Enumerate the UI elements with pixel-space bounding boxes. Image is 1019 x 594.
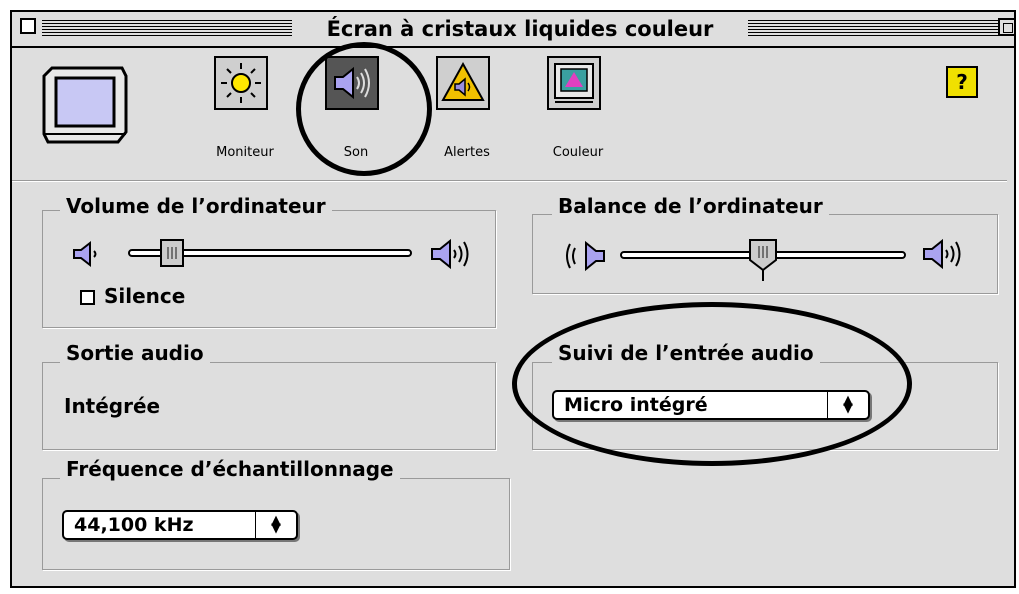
title-stripes: [42, 20, 292, 36]
volume-slider-thumb[interactable]: [159, 238, 185, 268]
volume-group-title: Volume de l’ordinateur: [60, 194, 332, 218]
help-button[interactable]: ?: [946, 66, 978, 98]
popup-arrows-icon: ▲ ▼: [827, 392, 868, 418]
collapse-box[interactable]: [998, 18, 1016, 36]
mute-checkbox[interactable]: [80, 290, 95, 305]
output-value: Intégrée: [64, 394, 161, 418]
volume-group: [42, 210, 496, 328]
samplerate-group-title: Fréquence d’échantillonnage: [60, 457, 400, 481]
speaker-high-icon: [431, 238, 469, 270]
title-stripes: [748, 20, 998, 36]
popup-arrows-icon: ▲ ▼: [255, 512, 296, 538]
samplerate-popup[interactable]: 44,100 kHz ▲ ▼: [62, 510, 298, 540]
tab-couleur[interactable]: [547, 56, 601, 110]
output-group-title: Sortie audio: [60, 341, 210, 365]
balance-left-speaker-icon: [566, 240, 605, 272]
tab-alertes-label: Alertes: [444, 145, 490, 160]
balance-right-speaker-icon: [923, 238, 961, 270]
tab-couleur-label: Couleur: [552, 145, 604, 160]
alert-icon: [441, 61, 485, 101]
tab-alertes[interactable]: [436, 56, 490, 110]
toolbar-separator: [12, 180, 1007, 182]
lcd-monitor-icon: [42, 66, 128, 144]
close-box[interactable]: [20, 18, 36, 34]
help-icon: ?: [956, 70, 968, 94]
balance-group-title: Balance de l’ordinateur: [552, 194, 829, 218]
input-source-popup[interactable]: Micro intégré ▲ ▼: [552, 390, 870, 420]
tab-moniteur-label: Moniteur: [216, 145, 274, 160]
input-group-title: Suivi de l’entrée audio: [552, 341, 820, 365]
color-monitor-icon: [554, 63, 594, 103]
speaker-low-icon: [73, 240, 97, 268]
tab-moniteur[interactable]: [214, 56, 268, 110]
sun-icon: [221, 63, 261, 103]
title-bar[interactable]: Écran à cristaux liquides couleur: [12, 12, 1016, 48]
samplerate-value: 44,100 kHz: [74, 514, 194, 536]
balance-slider-thumb[interactable]: [748, 238, 778, 282]
tab-son-label: Son: [343, 145, 369, 160]
mute-label[interactable]: Silence: [104, 284, 185, 308]
window-title: Écran à cristaux liquides couleur: [292, 12, 748, 46]
tab-son[interactable]: [325, 56, 379, 110]
input-source-value: Micro intégré: [564, 394, 708, 416]
speaker-icon: [334, 66, 370, 100]
